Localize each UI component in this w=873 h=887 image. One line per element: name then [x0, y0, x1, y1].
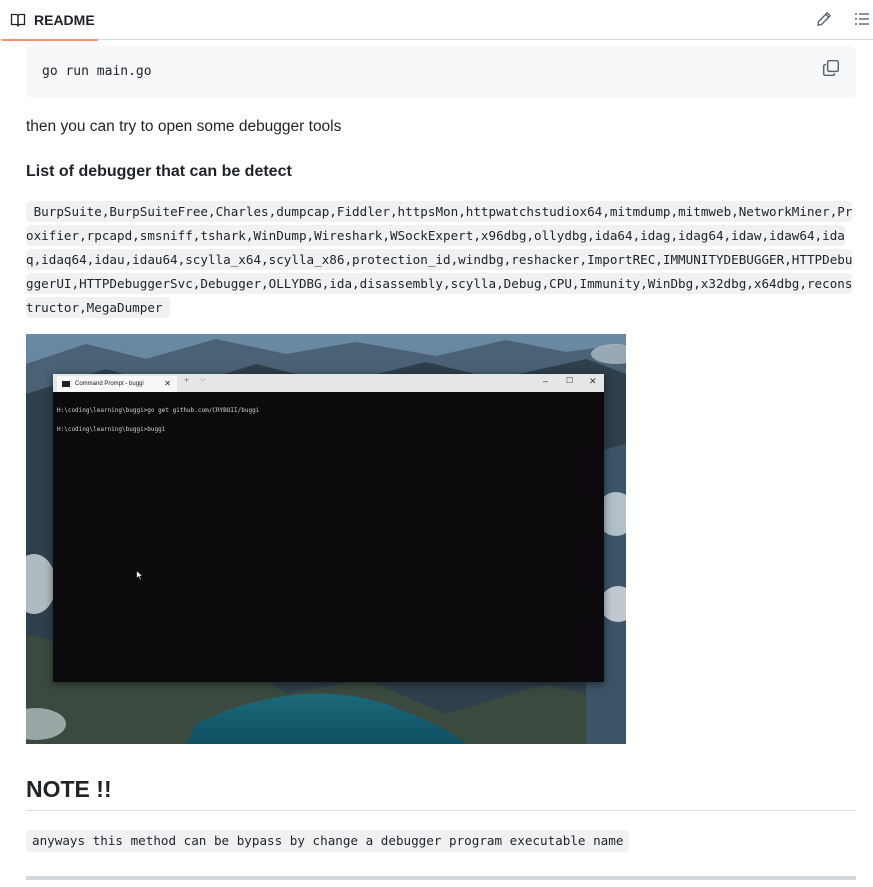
outline-button[interactable] — [851, 8, 873, 30]
command-prompt-window: Command Prompt - buggi ✕ + ⌵ – ☐ ✕ H:\co… — [53, 374, 604, 682]
close-window-icon[interactable]: ✕ — [589, 376, 597, 387]
readme-tab[interactable]: README — [0, 0, 98, 41]
book-icon — [10, 13, 26, 27]
window-tab[interactable]: Command Prompt - buggi ✕ — [57, 376, 177, 392]
code-text: go run main.go — [42, 64, 152, 79]
note-code: anyways this method can be bypass by cha… — [26, 830, 630, 852]
debugger-list-code: BurpSuite,BurpSuiteFree,Charles,dumpcap,… — [26, 201, 853, 318]
window-tab-title: Command Prompt - buggi — [75, 381, 144, 387]
terminal-line: H:\coding\learning\buggi>buggi — [57, 426, 166, 433]
terminal-line: H:\coding\learning\buggi>go get github.c… — [57, 407, 260, 414]
chevron-down-icon[interactable]: ⌵ — [200, 376, 205, 384]
bottom-divider — [26, 876, 856, 880]
readme-header: README — [0, 0, 873, 41]
maximize-icon[interactable]: ☐ — [566, 376, 573, 385]
debugger-list: BurpSuite,BurpSuiteFree,Charles,dumpcap,… — [26, 200, 858, 320]
minimize-icon[interactable]: – — [543, 376, 548, 386]
pencil-icon — [817, 12, 831, 26]
list-icon — [855, 13, 869, 25]
copy-button[interactable] — [822, 59, 842, 79]
new-tab-icon[interactable]: + — [184, 375, 189, 385]
note-heading: NOTE !! — [26, 776, 112, 802]
tab-underline — [2, 39, 98, 41]
intro-paragraph: then you can try to open some debugger t… — [26, 118, 342, 135]
heading-divider — [26, 810, 856, 811]
readme-tab-label: README — [34, 12, 95, 28]
close-tab-icon[interactable]: ✕ — [164, 376, 171, 392]
edit-button[interactable] — [813, 8, 835, 30]
mouse-cursor-icon — [136, 570, 144, 581]
demo-screenshot: Command Prompt - buggi ✕ + ⌵ – ☐ ✕ H:\co… — [26, 334, 626, 744]
copy-icon — [822, 59, 840, 77]
code-block: go run main.go — [26, 46, 856, 98]
window-titlebar: Command Prompt - buggi ✕ + ⌵ – ☐ ✕ — [53, 374, 604, 392]
terminal-icon — [62, 381, 70, 387]
debugger-list-heading: List of debugger that can be detect — [26, 163, 292, 180]
